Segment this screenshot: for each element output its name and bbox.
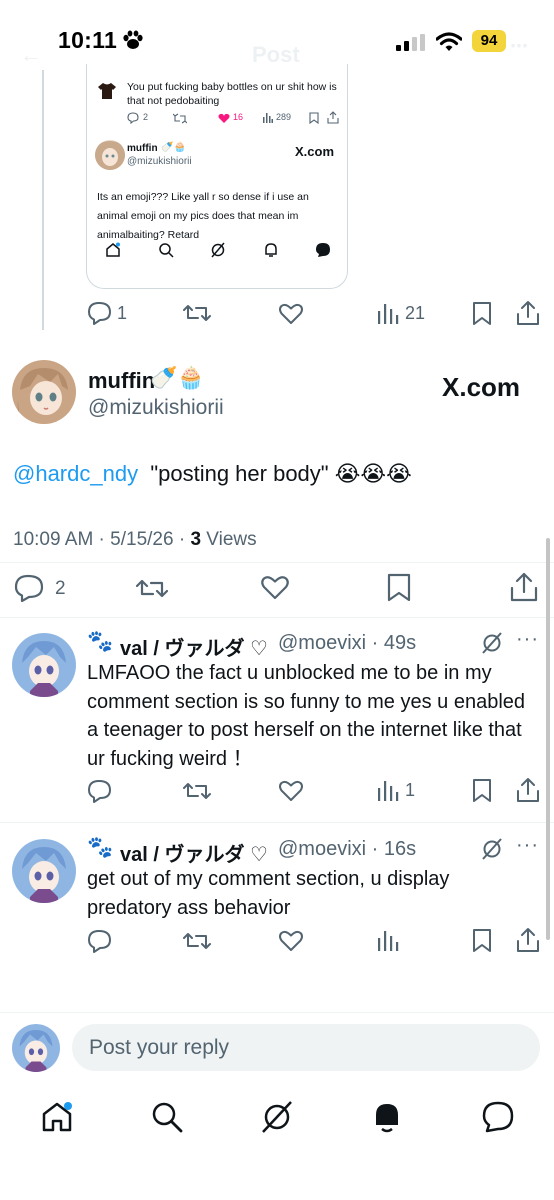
reply-repost-icon[interactable] (183, 930, 211, 952)
reply-avatar[interactable] (12, 839, 76, 903)
mini-messages-icon (316, 243, 330, 257)
shirt-icon (98, 83, 116, 99)
mini-author-name: muffin (127, 143, 158, 154)
reply-input-placeholder: Post your reply (89, 1036, 230, 1059)
mini-repost-icon (173, 113, 187, 124)
reply-repost-icon[interactable] (183, 780, 211, 802)
main-share-icon[interactable] (510, 572, 538, 602)
mini-like-icon (218, 113, 230, 123)
like-icon[interactable] (278, 302, 304, 326)
reply-icon[interactable] (87, 301, 113, 325)
divider (0, 617, 554, 618)
mini-xcom-logo: X.com (295, 144, 335, 159)
scrollbar[interactable] (546, 538, 550, 940)
cellular-signal-icon (396, 34, 425, 51)
mention-link[interactable]: @hardc_ndy (13, 461, 138, 486)
mini-like-count: 16 (233, 112, 244, 122)
battery-indicator: 94 (472, 30, 506, 52)
mini-grok-icon (211, 242, 225, 258)
status-time: 10:11 (58, 27, 118, 53)
bookmark-icon[interactable] (472, 301, 492, 326)
reply-avatar[interactable] (12, 633, 76, 697)
reply-reply-icon[interactable] (87, 929, 113, 953)
reply-like-icon[interactable] (278, 779, 304, 803)
mini-share-icon (327, 111, 339, 124)
messages-icon[interactable] (481, 1100, 515, 1134)
mini-search-icon (159, 243, 174, 258)
main-reply-count: 2 (55, 578, 66, 599)
prev-reply-count: 1 (117, 303, 128, 323)
reply-views-icon[interactable] (377, 930, 399, 952)
reply-views-icon[interactable] (377, 780, 399, 802)
mini-bookmark-icon (309, 112, 319, 124)
thread-line (42, 70, 44, 330)
mini-author-emoji: 🍼🧁 (161, 142, 186, 153)
more-options-icon[interactable]: ··· (516, 628, 539, 651)
mini-view-count: 289 (276, 112, 292, 122)
mini-reply-count: 2 (127, 112, 159, 124)
back-arrow-icon[interactable]: ← (20, 42, 42, 68)
main-repost-icon[interactable] (136, 576, 168, 601)
reply-view-count: 1 (405, 780, 416, 800)
reply-text: LMFAOO the fact u unblocked me to be in … (87, 662, 526, 770)
search-icon[interactable] (150, 1100, 184, 1134)
views-count: 3 (190, 529, 202, 550)
mini-views-icon (263, 113, 273, 123)
grok-icon[interactable] (481, 632, 503, 654)
main-bookmark-icon[interactable] (387, 573, 411, 602)
divider (0, 562, 554, 563)
reply-share-icon[interactable] (516, 777, 540, 803)
more-options-icon[interactable]: ··· (516, 834, 539, 857)
mini-home-icon (106, 242, 120, 257)
timestamp: 10:09 AM · 5/15/26 · (13, 529, 191, 550)
divider (0, 822, 554, 823)
reply-bookmark-icon[interactable] (472, 778, 492, 803)
repost-icon[interactable] (183, 302, 211, 324)
mini-avatar (95, 140, 125, 170)
more-icon[interactable]: ⋯ (510, 36, 528, 57)
paw-icon: 🐾 (87, 630, 114, 653)
reply-author-handle[interactable]: @moevixi · 49s (278, 632, 416, 655)
divider (0, 1012, 554, 1013)
main-avatar[interactable] (12, 360, 76, 424)
main-author-handle[interactable]: @mizukishiorii (88, 396, 224, 420)
reply-bookmark-icon[interactable] (472, 928, 492, 953)
wifi-icon (436, 32, 462, 51)
grok-nav-icon[interactable] (260, 1100, 294, 1134)
reply-reply-icon[interactable] (87, 779, 113, 803)
reply-author-handle[interactable]: @moevixi · 16s (278, 838, 416, 861)
main-like-icon[interactable] (260, 574, 290, 601)
mini-notifications-icon (265, 243, 277, 257)
composer-avatar (12, 1024, 60, 1072)
grok-icon[interactable] (481, 838, 503, 860)
main-author-emoji: 🍼🧁 (150, 365, 205, 390)
embedded-screenshot[interactable]: You put fucking baby bottles on ur shit … (86, 64, 348, 289)
main-tweet-text: @hardc_ndy "posting her body" 😭😭😭 (13, 461, 412, 487)
main-reply-icon[interactable] (14, 574, 44, 602)
share-icon[interactable] (516, 300, 540, 326)
reply-share-icon[interactable] (516, 927, 540, 953)
paw-icon: 🐾 (87, 836, 114, 859)
reply-author-name[interactable]: val / ヴァルダ ♡ (120, 838, 268, 867)
mini-author-handle: @mizukishiorii (127, 156, 192, 167)
main-author-name[interactable]: muffin (88, 368, 155, 394)
main-tweet-body: "posting her body" 😭😭😭 (150, 461, 412, 486)
mini-tweet-text: Its an emoji??? Like yall r so dense if … (97, 191, 309, 241)
bottom-nav (0, 1085, 554, 1200)
views-label: Views (201, 529, 257, 550)
tweet-meta: 10:09 AM · 5/15/26 · 3 Views (13, 529, 257, 551)
reply-input[interactable]: Post your reply (72, 1024, 540, 1071)
notifications-icon[interactable] (370, 1100, 404, 1134)
prev-view-count: 21 (405, 303, 426, 323)
home-icon[interactable] (40, 1100, 74, 1134)
reply-like-icon[interactable] (278, 929, 304, 953)
paw-icon (123, 30, 143, 49)
views-icon[interactable] (377, 303, 399, 325)
quoted-text: You put fucking baby bottles on ur shit … (127, 81, 337, 107)
reply-author-name[interactable]: val / ヴァルダ ♡ (120, 632, 268, 661)
reply-text: get out of my comment section, u display… (87, 868, 450, 919)
xcom-logo: X.com (442, 372, 521, 402)
